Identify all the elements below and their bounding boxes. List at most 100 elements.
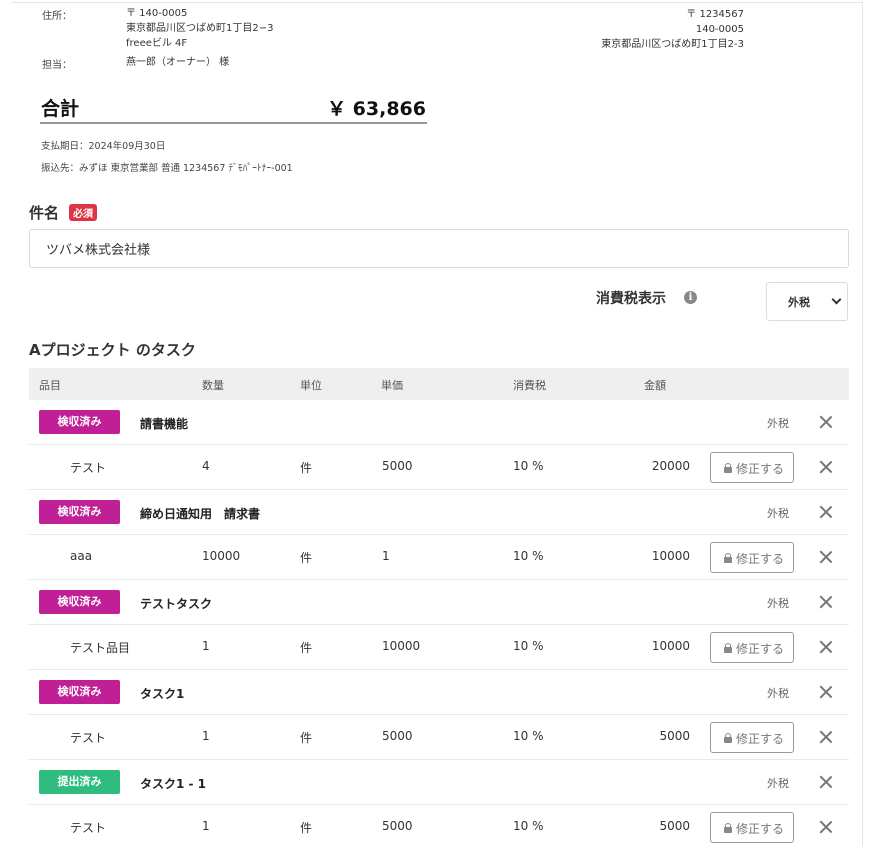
subject-input[interactable] [29, 229, 849, 268]
item-unit: 件 [300, 821, 313, 835]
item-price: 5000 [382, 459, 413, 473]
item-qty: 1 [202, 729, 210, 743]
task-tax-type: 外税 [767, 507, 789, 520]
top-divider [11, 2, 863, 3]
payment-bank: 振込先：みずほ 東京営業部 普通 1234567 ﾃﾞﾓﾊﾟｰﾄﾅｰ-001 [41, 163, 293, 174]
item-tax: 10 % [513, 639, 544, 653]
item-price: 10000 [382, 639, 421, 653]
task-name: 請書機能 [140, 417, 189, 431]
item-amount: 10000 [651, 549, 690, 563]
delete-item-icon[interactable] [819, 457, 833, 477]
item-amount: 20000 [651, 459, 690, 473]
recipient-address: 〒 140-0005 東京都品川区つばめ町1丁目2−3 freeeビル 4F [126, 6, 273, 51]
item-unit: 件 [300, 731, 313, 745]
column-header-price: 単価 [381, 379, 403, 392]
task-name: 締め日通知用 請求書 [140, 507, 261, 521]
status-badge: 検収済み [39, 680, 120, 704]
task-name: タスク1 - 1 [140, 777, 207, 791]
delete-item-icon[interactable] [819, 637, 833, 657]
column-header-amount: 金額 [644, 379, 666, 392]
edit-button-label: 修正する [736, 642, 785, 656]
delete-task-icon[interactable] [819, 682, 833, 702]
item-name: テスト [70, 461, 107, 475]
delete-task-icon[interactable] [819, 592, 833, 612]
table-row: aaa 10000 件 1 10 % 10000 修正する [29, 535, 849, 580]
edit-button[interactable]: 修正する [710, 452, 794, 483]
table-header: 品目 数量 単位 単価 消費税 金額 [29, 368, 849, 400]
edit-button-label: 修正する [736, 732, 785, 746]
task-name: タスク1 [140, 687, 185, 701]
table-row: テスト品目 1 件 10000 10 % 10000 修正する [29, 625, 849, 670]
task-group-header: 検収済み タスク1 外税 [29, 670, 849, 715]
item-tax: 10 % [513, 459, 544, 473]
item-name: テスト品目 [70, 641, 131, 655]
section-title: Aプロジェクト のタスク [29, 341, 196, 359]
table-row: テスト 1 件 5000 10 % 5000 修正する [29, 805, 849, 846]
item-tax: 10 % [513, 549, 544, 563]
item-price: 5000 [382, 729, 413, 743]
item-name: aaa [70, 549, 93, 563]
lock-icon [724, 463, 732, 473]
item-name: テスト [70, 731, 107, 745]
issuer-line: 140-0005 [695, 24, 744, 35]
item-qty: 4 [202, 459, 210, 473]
tax-display-label: 消費税表示 [596, 291, 666, 307]
issuer-line: 〒 1234567 [686, 9, 744, 20]
column-header-unit: 単位 [300, 379, 322, 392]
status-badge: 検収済み [39, 500, 120, 524]
subject-label: 件名 [29, 204, 60, 222]
address-label: 住所： [42, 11, 72, 22]
delete-task-icon[interactable] [819, 772, 833, 792]
task-group-header: 提出済み タスク1 - 1 外税 [29, 760, 849, 805]
delete-item-icon[interactable] [819, 727, 833, 747]
total-value: ￥ 63,866 [327, 98, 426, 120]
contact-name: 燕一郎（オーナー） 様 [126, 57, 230, 68]
item-qty: 1 [202, 639, 210, 653]
address-line: 〒 140-0005 [126, 8, 188, 19]
task-group-header: 検収済み 締め日通知用 請求書 外税 [29, 490, 849, 535]
edit-button[interactable]: 修正する [710, 722, 794, 753]
address-line: freeeビル 4F [126, 38, 188, 49]
table-row: テスト 4 件 5000 10 % 20000 修正する [29, 445, 849, 490]
table-row: テスト 1 件 5000 10 % 5000 修正する [29, 715, 849, 760]
task-group-header: 検収済み テストタスク 外税 [29, 580, 849, 625]
edit-button-label: 修正する [736, 822, 785, 836]
tax-display-select[interactable]: 外税 [766, 282, 848, 321]
total-row: 合計 ￥ 63,866 [40, 92, 427, 124]
item-name: テスト [70, 821, 107, 835]
total-label: 合計 [41, 98, 80, 120]
task-tax-type: 外税 [767, 417, 789, 430]
lock-icon [724, 823, 732, 833]
item-unit: 件 [300, 461, 313, 475]
item-tax: 10 % [513, 819, 544, 833]
edit-button[interactable]: 修正する [710, 812, 794, 843]
column-header-tax: 消費税 [513, 379, 546, 392]
info-icon[interactable]: i [684, 291, 697, 304]
tax-display-value: 外税 [788, 296, 810, 309]
edit-button-label: 修正する [736, 462, 785, 476]
issuer-line: 東京都品川区つばめ町1丁目2-3 [601, 39, 744, 50]
column-header-item: 品目 [39, 379, 61, 392]
item-unit: 件 [300, 551, 313, 565]
status-badge: 検収済み [39, 410, 120, 434]
task-name: テストタスク [140, 597, 213, 611]
delete-task-icon[interactable] [819, 412, 833, 432]
task-group-header: 検収済み 請書機能 外税 [29, 400, 849, 445]
task-tax-type: 外税 [767, 777, 789, 790]
lock-icon [724, 643, 732, 653]
delete-item-icon[interactable] [819, 817, 833, 837]
edit-button[interactable]: 修正する [710, 632, 794, 663]
edit-button[interactable]: 修正する [710, 542, 794, 573]
column-header-qty: 数量 [202, 379, 224, 392]
task-tax-type: 外税 [767, 687, 789, 700]
item-amount: 10000 [651, 639, 690, 653]
delete-task-icon[interactable] [819, 502, 833, 522]
chevron-down-icon [831, 294, 842, 305]
required-badge: 必須 [69, 204, 97, 221]
item-qty: 10000 [202, 549, 241, 563]
delete-item-icon[interactable] [819, 547, 833, 567]
item-qty: 1 [202, 819, 210, 833]
item-unit: 件 [300, 641, 313, 655]
contact-label: 担当： [42, 60, 72, 71]
payment-due: 支払期日：2024年09月30日 [41, 141, 166, 152]
